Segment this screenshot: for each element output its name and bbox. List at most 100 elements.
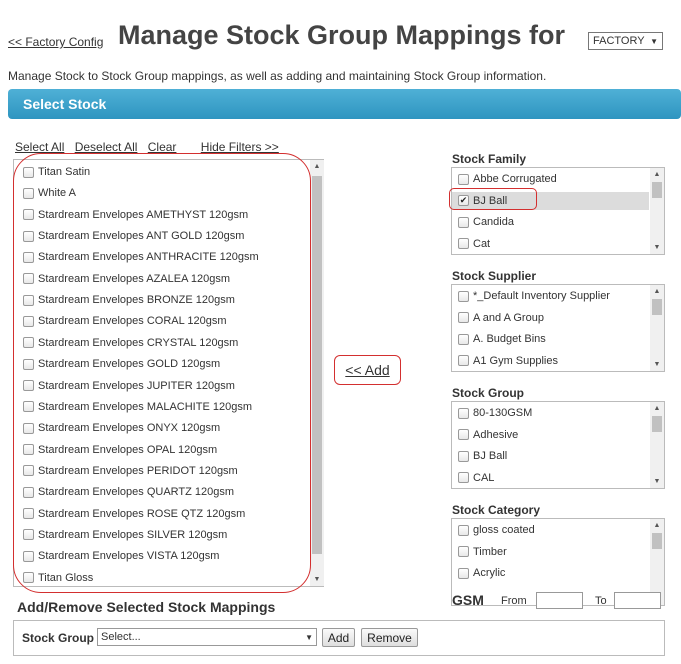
- checkbox-icon[interactable]: [23, 444, 34, 456]
- factory-select[interactable]: FACTORY ▼: [588, 32, 663, 50]
- gsm-to-input[interactable]: [614, 592, 661, 609]
- stock-supplier-list[interactable]: *_Default Inventory Supplier A and A Grou…: [451, 284, 665, 372]
- checkbox-icon[interactable]: [23, 529, 34, 541]
- scroll-down-icon[interactable]: ▼: [650, 478, 664, 485]
- clear-link[interactable]: Clear: [148, 140, 177, 154]
- checkbox-icon[interactable]: [458, 546, 469, 557]
- checkbox-icon[interactable]: [458, 333, 469, 345]
- list-item[interactable]: Stardream Envelopes QUARTZ 120gsm: [23, 483, 234, 501]
- panel-scrollbar[interactable]: ▲▼: [650, 285, 664, 371]
- checkbox-icon[interactable]: [23, 401, 34, 413]
- scroll-up-icon[interactable]: ▲: [650, 405, 664, 412]
- list-item[interactable]: Stardream Envelopes SILVER 120gsm: [23, 526, 227, 544]
- list-item[interactable]: Adhesive: [458, 426, 518, 444]
- list-item[interactable]: Candida: [458, 213, 514, 231]
- hide-filters-link[interactable]: Hide Filters >>: [201, 140, 279, 154]
- list-item[interactable]: Stardream Envelopes VISTA 120gsm: [23, 547, 219, 565]
- checkbox-icon[interactable]: [458, 429, 469, 440]
- list-item[interactable]: White A: [23, 184, 76, 202]
- deselect-all-link[interactable]: Deselect All: [75, 140, 138, 154]
- list-item[interactable]: Stardream Envelopes GOLD 120gsm: [23, 355, 220, 373]
- list-item[interactable]: Stardream Envelopes BRONZE 120gsm: [23, 291, 235, 309]
- list-item[interactable]: Stardream Envelopes ANT GOLD 120gsm: [23, 227, 244, 245]
- stock-family-list[interactable]: Abbe Corrugated ✔ BJ Ball Candida Cat ▲ ▼: [451, 167, 665, 255]
- list-item[interactable]: Abbe Corrugated: [458, 170, 557, 188]
- scroll-up-icon[interactable]: ▲: [650, 288, 664, 295]
- list-item[interactable]: Titan Gloss: [23, 569, 93, 587]
- scroll-down-icon[interactable]: ▼: [310, 576, 324, 583]
- panel-scrollbar[interactable]: ▲▼: [650, 402, 664, 488]
- scroll-thumb[interactable]: [312, 176, 322, 554]
- scroll-thumb[interactable]: [652, 533, 662, 549]
- list-item[interactable]: Stardream Envelopes ROSE QTZ 120gsm: [23, 505, 245, 523]
- stock-list[interactable]: Titan Satin White A Stardream Envelopes AM…: [13, 159, 324, 587]
- checkbox-icon[interactable]: [23, 187, 34, 199]
- checkbox-icon[interactable]: [23, 508, 34, 520]
- checkbox-icon[interactable]: [23, 550, 34, 562]
- checkbox-icon[interactable]: [23, 422, 34, 434]
- list-item[interactable]: gloss coated: [458, 521, 535, 539]
- list-item[interactable]: ✔ BJ Ball: [452, 191, 649, 210]
- checkbox-icon[interactable]: [458, 450, 469, 462]
- list-item[interactable]: Stardream Envelopes PERIDOT 120gsm: [23, 462, 238, 480]
- list-item[interactable]: CAL: [458, 469, 494, 487]
- checkbox-icon[interactable]: [23, 209, 34, 221]
- checkbox-icon[interactable]: [458, 567, 469, 579]
- select-all-link[interactable]: Select All: [15, 140, 64, 154]
- stock-group-select[interactable]: Select... ▼: [97, 628, 317, 646]
- list-item[interactable]: A1 Gym Supplies: [458, 352, 558, 370]
- add-button[interactable]: << Add: [334, 355, 401, 385]
- checkbox-icon[interactable]: [458, 312, 469, 323]
- list-item[interactable]: BJ Ball: [458, 447, 507, 465]
- scroll-up-icon[interactable]: ▲: [310, 163, 324, 170]
- checkbox-icon[interactable]: [458, 407, 469, 419]
- checkbox-icon[interactable]: [23, 294, 34, 306]
- scroll-down-icon[interactable]: ▼: [650, 244, 664, 251]
- checkbox-icon[interactable]: [458, 238, 469, 249]
- list-item[interactable]: Stardream Envelopes MALACHITE 120gsm: [23, 398, 252, 416]
- list-item[interactable]: Stardream Envelopes CORAL 120gsm: [23, 312, 227, 330]
- scroll-down-icon[interactable]: ▼: [650, 361, 664, 368]
- checkbox-icon[interactable]: [458, 524, 469, 536]
- list-item[interactable]: 80-130GSM: [458, 404, 532, 422]
- scroll-thumb[interactable]: [652, 416, 662, 432]
- checkbox-icon[interactable]: [23, 251, 34, 263]
- list-item[interactable]: Titan Satin: [23, 163, 90, 181]
- list-item[interactable]: Stardream Envelopes CRYSTAL 120gsm: [23, 334, 238, 352]
- mapping-remove-button[interactable]: Remove: [361, 628, 418, 647]
- list-item[interactable]: Stardream Envelopes AZALEA 120gsm: [23, 270, 230, 288]
- checkbox-icon[interactable]: [23, 273, 34, 285]
- checkbox-icon[interactable]: [23, 315, 34, 327]
- scroll-thumb[interactable]: [652, 182, 662, 198]
- checkbox-checked-icon[interactable]: ✔: [458, 195, 469, 206]
- scroll-up-icon[interactable]: ▲: [650, 171, 664, 178]
- list-item[interactable]: Stardream Envelopes ONYX 120gsm: [23, 419, 220, 437]
- checkbox-icon[interactable]: [23, 230, 34, 242]
- list-item[interactable]: Stardream Envelopes JUPITER 120gsm: [23, 377, 235, 395]
- checkbox-icon[interactable]: [458, 173, 469, 185]
- checkbox-icon[interactable]: [23, 465, 34, 477]
- list-item[interactable]: *_Default Inventory Supplier: [458, 287, 610, 305]
- stock-group-list[interactable]: 80-130GSM Adhesive BJ Ball CAL ▲ ▼: [451, 401, 665, 489]
- scroll-up-icon[interactable]: ▲: [650, 522, 664, 529]
- mapping-add-button[interactable]: Add: [322, 628, 355, 647]
- list-item[interactable]: Stardream Envelopes ANTHRACITE 120gsm: [23, 248, 259, 266]
- list-item[interactable]: Stardream Envelopes OPAL 120gsm: [23, 441, 217, 459]
- list-item[interactable]: Cat: [458, 235, 490, 253]
- panel-scrollbar[interactable]: ▲▼: [650, 168, 664, 254]
- checkbox-icon[interactable]: [458, 355, 469, 366]
- checkbox-icon[interactable]: [458, 290, 469, 302]
- stock-list-scrollbar[interactable]: ▲ ▼: [310, 160, 324, 586]
- checkbox-icon[interactable]: [23, 572, 34, 584]
- checkbox-icon[interactable]: [23, 337, 34, 349]
- gsm-from-input[interactable]: [536, 592, 583, 609]
- checkbox-icon[interactable]: [23, 380, 34, 391]
- checkbox-icon[interactable]: [458, 472, 469, 483]
- checkbox-icon[interactable]: [23, 166, 34, 178]
- checkbox-icon[interactable]: [23, 486, 34, 498]
- list-item[interactable]: Stardream Envelopes AMETHYST 120gsm: [23, 206, 248, 224]
- list-item[interactable]: A and A Group: [458, 309, 544, 327]
- scroll-thumb[interactable]: [652, 299, 662, 315]
- list-item[interactable]: Timber: [458, 543, 507, 561]
- back-link-factory-config[interactable]: << Factory Config: [8, 35, 103, 49]
